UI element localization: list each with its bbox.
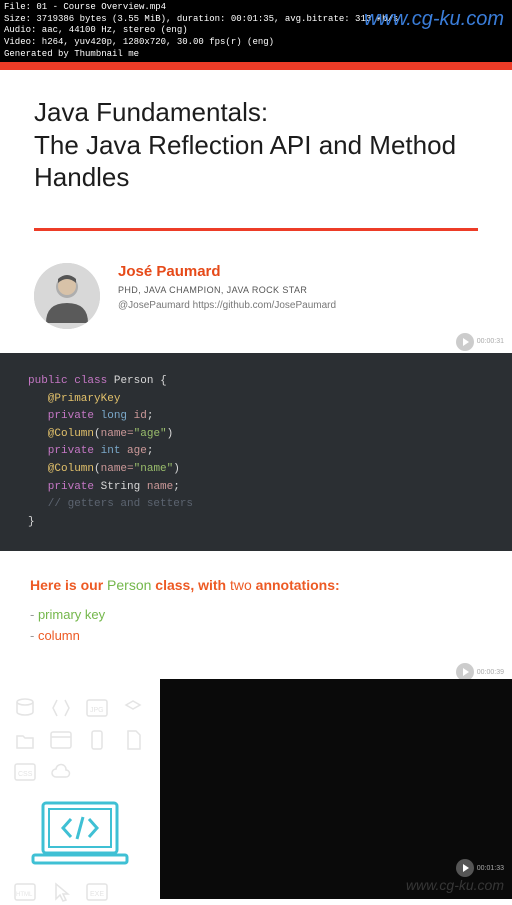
timestamp-1: 00:00:31: [456, 333, 504, 351]
annotation-item-2: - column: [30, 628, 482, 643]
tech-icon-grid: JPG CSS HTML EXE: [0, 679, 160, 899]
description-text: Here is our Person class, with two annot…: [30, 577, 482, 593]
code-block: public class Person { @PrimaryKey privat…: [0, 353, 512, 551]
cloud-icon: [46, 759, 76, 785]
brackets-icon: [46, 695, 76, 721]
author-handle: @JosePaumard https://github.com/JosePaum…: [118, 300, 336, 311]
author-info: José Paumard PHD, JAVA CHAMPION, JAVA RO…: [118, 263, 336, 311]
orange-divider: [0, 62, 512, 70]
jpg-icon: JPG: [82, 695, 112, 721]
author-name: José Paumard: [118, 263, 336, 280]
title-section: Java Fundamentals:The Java Reflection AP…: [0, 70, 512, 210]
bottom-panel: JPG CSS HTML EXE 00:01:33 www.cg-ku.com: [0, 679, 512, 899]
tag-icon: [118, 695, 148, 721]
description-section: Here is our Person class, with two annot…: [0, 551, 512, 679]
html-icon: HTML: [10, 879, 40, 905]
db-icon: [10, 695, 40, 721]
file-icon: [118, 727, 148, 753]
watermark-top: www.cg-ku.com: [364, 6, 504, 32]
svg-text:HTML: HTML: [16, 892, 33, 898]
laptop-code-icon: [25, 797, 135, 873]
svg-text:CSS: CSS: [18, 771, 33, 778]
file-metadata-header: File: 01 - Course Overview.mp4 Size: 371…: [0, 0, 512, 62]
play-icon: [456, 333, 474, 351]
cursor-icon: [46, 879, 76, 905]
avatar: [34, 263, 100, 329]
author-section: José Paumard PHD, JAVA CHAMPION, JAVA RO…: [0, 231, 512, 353]
svg-text:EXE: EXE: [90, 891, 104, 898]
author-role: PHD, JAVA CHAMPION, JAVA ROCK STAR: [118, 285, 336, 295]
annotation-item-1: - primary key: [30, 607, 482, 622]
folder-icon: [10, 727, 40, 753]
meta-video: Video: h264, yuv420p, 1280x720, 30.00 fp…: [4, 37, 508, 49]
window-icon: [46, 727, 76, 753]
svg-text:JPG: JPG: [90, 707, 104, 714]
page-title: Java Fundamentals:The Java Reflection AP…: [34, 96, 478, 194]
css-icon: CSS: [10, 759, 40, 785]
exe-icon: EXE: [82, 879, 112, 905]
meta-gen: Generated by Thumbnail me: [4, 49, 508, 61]
timestamp-3: 00:01:33: [456, 859, 504, 877]
play-icon: [456, 859, 474, 877]
watermark-bottom: www.cg-ku.com: [406, 877, 504, 893]
mobile-icon: [82, 727, 112, 753]
